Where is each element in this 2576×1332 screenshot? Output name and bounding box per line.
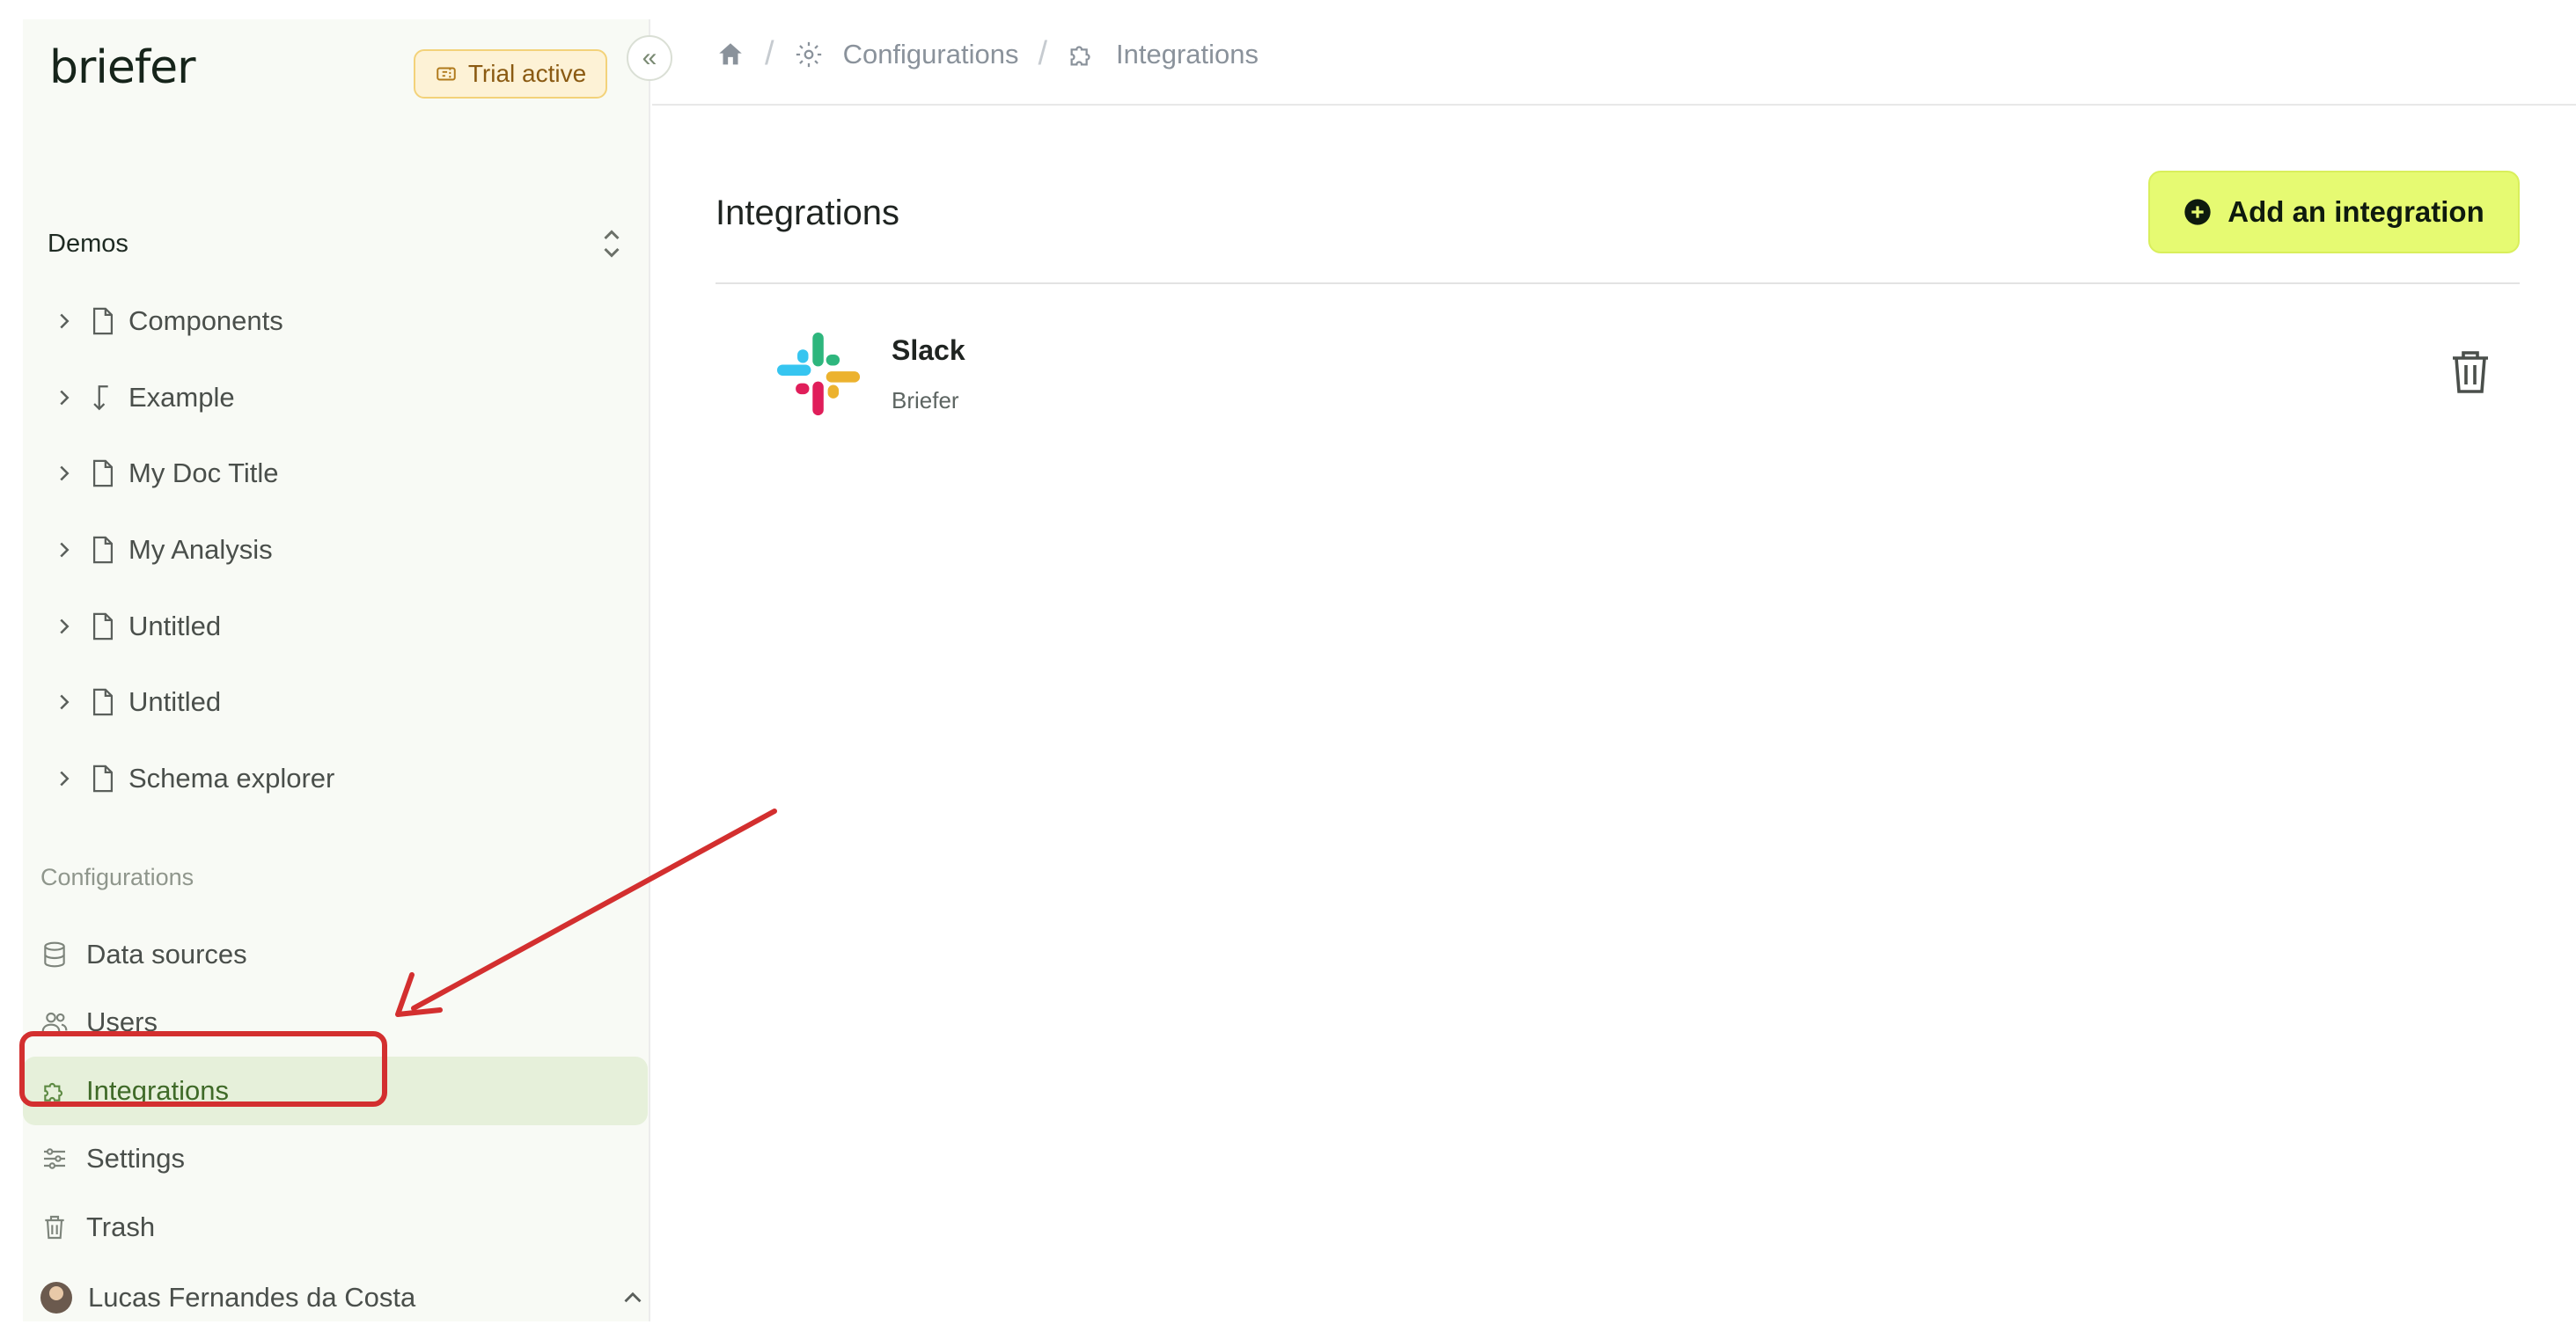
- document-label: Components: [128, 305, 283, 337]
- add-integration-label: Add an integration: [2227, 195, 2484, 228]
- workspace-selector[interactable]: Demos: [48, 204, 637, 283]
- brand-logo[interactable]: briefer: [49, 41, 196, 94]
- file-icon: [92, 765, 114, 793]
- document-item[interactable]: Example: [48, 360, 637, 436]
- chevron-right-icon[interactable]: [51, 384, 77, 411]
- user-name: Lucas Fernandes da Costa: [88, 1282, 416, 1313]
- chevron-right-icon[interactable]: [51, 689, 77, 715]
- breadcrumb-integrations[interactable]: Integrations: [1116, 39, 1259, 70]
- trial-label: Trial active: [467, 60, 587, 87]
- chevron-right-icon[interactable]: [51, 460, 77, 487]
- file-icon: [92, 688, 114, 716]
- puzzle-icon: [1070, 45, 1090, 65]
- sidebar-item-trash[interactable]: Trash: [23, 1193, 650, 1262]
- document-label: Example: [128, 381, 235, 413]
- sliders-icon: [44, 1148, 65, 1169]
- document-label: Schema explorer: [128, 762, 335, 794]
- page-title: Integrations: [716, 194, 900, 232]
- divider: [716, 282, 2520, 284]
- file-icon: [92, 307, 114, 335]
- breadcrumb-separator: /: [1038, 35, 1048, 72]
- sidebar-item-label: Settings: [86, 1143, 186, 1175]
- document-item[interactable]: My Analysis: [48, 512, 637, 589]
- gear-icon: [796, 41, 821, 67]
- integration-row[interactable]: Slack Briefer: [716, 308, 2520, 440]
- double-chevron-left-icon: «: [642, 43, 657, 72]
- integration-name: Slack: [892, 334, 965, 366]
- file-icon: [92, 460, 114, 487]
- slack-icon: [777, 333, 861, 416]
- document-item[interactable]: My Doc Title: [48, 435, 637, 512]
- integration-workspace: Briefer: [892, 387, 959, 414]
- sidebar: briefer Trial active Demos Components Ex…: [23, 19, 650, 1321]
- trash-icon: [45, 1215, 64, 1239]
- document-item[interactable]: Untitled: [48, 588, 637, 664]
- main-content: Integrations Add an integration Slack Br…: [652, 106, 2576, 1332]
- user-menu[interactable]: Lucas Fernandes da Costa: [40, 1267, 648, 1328]
- delete-integration-button[interactable]: [2449, 347, 2492, 398]
- config-section-heading: Configurations: [40, 864, 194, 890]
- chevron-right-icon[interactable]: [51, 613, 77, 640]
- document-label: My Doc Title: [128, 457, 279, 489]
- document-item[interactable]: Schema explorer: [48, 741, 637, 817]
- file-icon: [92, 612, 114, 640]
- plus-circle-icon: [2184, 199, 2211, 225]
- ticket-icon: [437, 67, 456, 81]
- top-bar: / Configurations / Integrations: [652, 0, 2576, 106]
- arrow-down-left-icon: [93, 385, 108, 411]
- document-item[interactable]: Components: [48, 283, 637, 360]
- breadcrumb-configurations[interactable]: Configurations: [843, 39, 1019, 70]
- trial-badge[interactable]: Trial active: [414, 49, 607, 99]
- sidebar-item-settings[interactable]: Settings: [23, 1125, 650, 1194]
- sidebar-item-data-sources[interactable]: Data sources: [23, 920, 650, 989]
- file-icon: [92, 536, 114, 564]
- chevron-right-icon[interactable]: [51, 765, 77, 792]
- workspace-name: Demos: [48, 229, 128, 258]
- chevron-up-icon[interactable]: [618, 1283, 648, 1313]
- home-icon[interactable]: [716, 40, 745, 70]
- chevron-updown-icon: [604, 230, 620, 258]
- breadcrumb: / Configurations / Integrations: [716, 35, 1259, 73]
- chevron-right-icon[interactable]: [51, 308, 77, 334]
- sidebar-item-label: Trash: [86, 1211, 156, 1242]
- sidebar-item-label: Data sources: [86, 938, 247, 970]
- avatar: [40, 1282, 72, 1314]
- collapse-sidebar-button[interactable]: «: [627, 35, 672, 81]
- breadcrumb-separator: /: [765, 35, 774, 72]
- document-label: My Analysis: [128, 534, 273, 566]
- add-integration-button[interactable]: Add an integration: [2148, 171, 2520, 253]
- chevron-right-icon[interactable]: [51, 537, 77, 563]
- document-item[interactable]: Untitled: [48, 664, 637, 741]
- annotation-highlight-box: [19, 1031, 387, 1107]
- document-label: Untitled: [128, 610, 222, 641]
- document-label: Untitled: [128, 686, 222, 718]
- database-icon: [44, 941, 65, 968]
- document-list: Components Example My Doc Title My Analy…: [48, 283, 637, 816]
